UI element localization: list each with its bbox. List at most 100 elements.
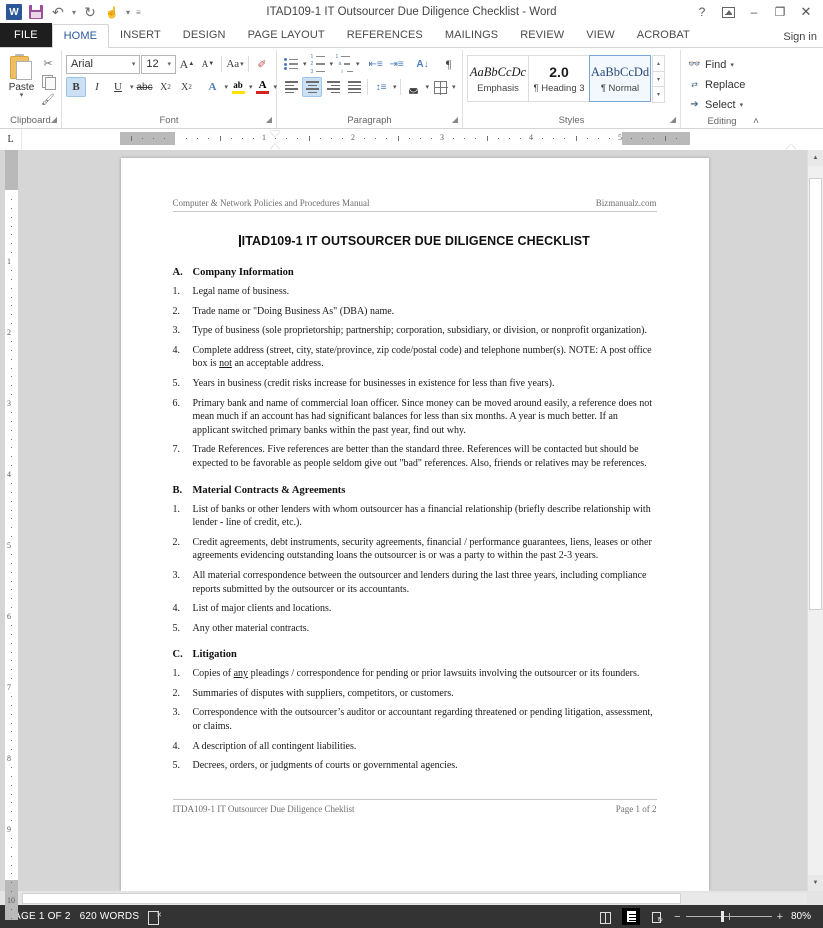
tab-view[interactable]: VIEW [575, 23, 626, 47]
help-button[interactable]: ? [689, 1, 715, 23]
tab-file[interactable]: FILE [0, 23, 52, 47]
underline-dropdown-icon[interactable]: ▾ [129, 83, 134, 91]
paragraph-dialog-launcher-icon[interactable]: ◢ [452, 112, 458, 127]
paste-button[interactable]: Paste ▾ [4, 53, 39, 99]
customize-quick-access-icon[interactable]: ≡ [134, 8, 143, 17]
minimize-button[interactable]: – [741, 1, 767, 23]
scroll-up-icon[interactable]: ▲ [808, 150, 823, 166]
tab-home[interactable]: HOME [51, 24, 110, 48]
decrease-indent-icon[interactable]: ⇤≡ [366, 54, 386, 74]
find-dropdown-icon[interactable]: ▾ [729, 61, 734, 69]
select-button[interactable]: ➔ Select ▾ [685, 95, 747, 114]
document-title-heading[interactable]: ITAD109-1 IT OUTSOURCER DUE DILIGENCE CH… [173, 234, 657, 248]
read-mode-button[interactable] [596, 908, 614, 925]
close-button[interactable]: ✕ [793, 1, 819, 23]
increase-indent-icon[interactable]: ⇥≡ [387, 54, 407, 74]
horizontal-scroll-thumb[interactable] [22, 892, 682, 904]
save-button[interactable] [26, 2, 46, 22]
select-dropdown-icon[interactable]: ▾ [739, 101, 744, 109]
styles-dialog-launcher-icon[interactable]: ◢ [670, 112, 676, 127]
style-normal[interactable]: AaBbCcDd ¶ Normal [589, 55, 651, 102]
undo-button[interactable]: ↶ [48, 2, 68, 22]
shrink-font-icon[interactable]: A ▼ [198, 54, 218, 74]
tab-page-layout[interactable]: PAGE LAYOUT [237, 23, 336, 47]
undo-dropdown-icon[interactable]: ▾ [70, 8, 78, 17]
font-color-icon[interactable]: A [254, 77, 272, 97]
document-body[interactable]: A. Company Information 1. Legal name of bus… [173, 267, 657, 773]
tab-stop-selector[interactable]: L [0, 129, 22, 150]
zoom-out-button[interactable]: − [674, 911, 680, 923]
tab-design[interactable]: DESIGN [172, 23, 237, 47]
subscript-button[interactable]: X2 [156, 77, 176, 97]
proofing-errors-icon[interactable] [148, 910, 162, 925]
collapse-ribbon-icon[interactable]: ˄ [753, 114, 759, 129]
line-spacing-icon[interactable]: ↕≡ [371, 77, 391, 97]
horizontal-ruler[interactable]: 1 2 3 4 5 [22, 129, 823, 150]
scroll-down-icon[interactable]: ▼ [808, 875, 823, 891]
align-left-button[interactable] [281, 77, 301, 97]
multilevel-list-icon[interactable]: 1 a i [334, 54, 354, 75]
replace-button[interactable]: ⇄ Replace [685, 75, 747, 94]
copy-icon[interactable] [39, 73, 57, 90]
first-line-indent-marker[interactable] [270, 131, 280, 137]
vertical-ruler[interactable]: 1 2 3 4 5 6 7 8 9 10 [0, 150, 22, 920]
font-size-dropdown-icon[interactable]: ▾ [165, 60, 173, 68]
ribbon-display-options-button[interactable] [715, 1, 741, 23]
strikethrough-button[interactable]: abc [135, 77, 155, 97]
scroll-track[interactable] [808, 166, 823, 875]
highlight-dropdown-icon[interactable]: ▾ [248, 83, 253, 91]
text-highlight-icon[interactable]: ab [229, 77, 247, 97]
grow-font-icon[interactable]: A ▲ [177, 54, 197, 74]
zoom-handle[interactable] [720, 911, 724, 922]
touch-mode-dropdown-icon[interactable]: ▾ [124, 8, 132, 17]
bold-button[interactable]: B [66, 77, 86, 97]
multilevel-dropdown-icon[interactable]: ▾ [355, 60, 360, 68]
text-effects-icon[interactable]: A [203, 77, 223, 97]
tab-review[interactable]: REVIEW [509, 23, 575, 47]
style-emphasis[interactable]: AaBbCcDc Emphasis [467, 55, 529, 102]
web-layout-button[interactable] [648, 908, 666, 925]
zoom-in-button[interactable]: + [777, 911, 783, 923]
page-indicator[interactable]: PAGE 1 OF 2 [8, 911, 80, 922]
font-name-dropdown-icon[interactable]: ▾ [130, 60, 138, 68]
clipboard-dialog-launcher-icon[interactable]: ◢ [51, 112, 57, 127]
align-right-button[interactable] [323, 77, 343, 97]
justify-button[interactable] [344, 77, 364, 97]
bullets-dropdown-icon[interactable]: ▾ [302, 60, 307, 68]
font-size-input[interactable]: 12 ▾ [141, 54, 176, 74]
restore-button[interactable]: ❐ [767, 1, 793, 23]
redo-button[interactable]: ↻ [80, 2, 100, 22]
touch-mouse-mode-button[interactable]: ☝ [102, 2, 122, 22]
tab-references[interactable]: REFERENCES [336, 23, 434, 47]
styles-scroll-down-icon[interactable]: ▾ [652, 70, 665, 88]
scroll-thumb[interactable] [809, 178, 822, 611]
word-count[interactable]: 620 WORDS [80, 911, 149, 922]
italic-button[interactable]: I [87, 77, 107, 97]
styles-more-icon[interactable]: ▾ [652, 86, 665, 104]
font-name-input[interactable]: Arial ▾ [66, 54, 141, 74]
tab-insert[interactable]: INSERT [109, 23, 172, 47]
borders-dropdown-icon[interactable]: ▾ [451, 83, 456, 91]
clear-formatting-icon[interactable]: ✐ [252, 54, 272, 74]
horizontal-scroll-track[interactable] [22, 892, 807, 904]
change-case-icon[interactable]: Aa ▾ [225, 54, 245, 74]
font-dialog-launcher-icon[interactable]: ◢ [266, 112, 272, 127]
shading-dropdown-icon[interactable]: ▾ [425, 83, 430, 91]
zoom-level[interactable]: 80% [791, 911, 815, 922]
print-layout-button[interactable] [622, 908, 641, 925]
text-effects-dropdown-icon[interactable]: ▾ [224, 83, 229, 91]
horizontal-scrollbar[interactable] [0, 891, 823, 905]
styles-scroll-up-icon[interactable]: ▴ [652, 55, 665, 72]
borders-icon[interactable] [430, 77, 450, 97]
numbering-icon[interactable]: 1 2 3 [308, 54, 328, 75]
sign-in-link[interactable]: Sign in [783, 31, 823, 47]
tab-mailings[interactable]: MAILINGS [434, 23, 509, 47]
show-formatting-marks-icon[interactable]: ¶ [439, 54, 459, 74]
document-canvas[interactable]: Computer & Network Policies and Procedur… [22, 150, 807, 891]
format-painter-icon[interactable] [39, 91, 57, 107]
zoom-slider[interactable]: − + [674, 911, 783, 923]
tab-acrobat[interactable]: ACROBAT [626, 23, 701, 47]
underline-button[interactable]: U [108, 77, 128, 97]
sort-icon[interactable]: A↓ [413, 54, 433, 74]
cut-icon[interactable] [39, 55, 57, 71]
